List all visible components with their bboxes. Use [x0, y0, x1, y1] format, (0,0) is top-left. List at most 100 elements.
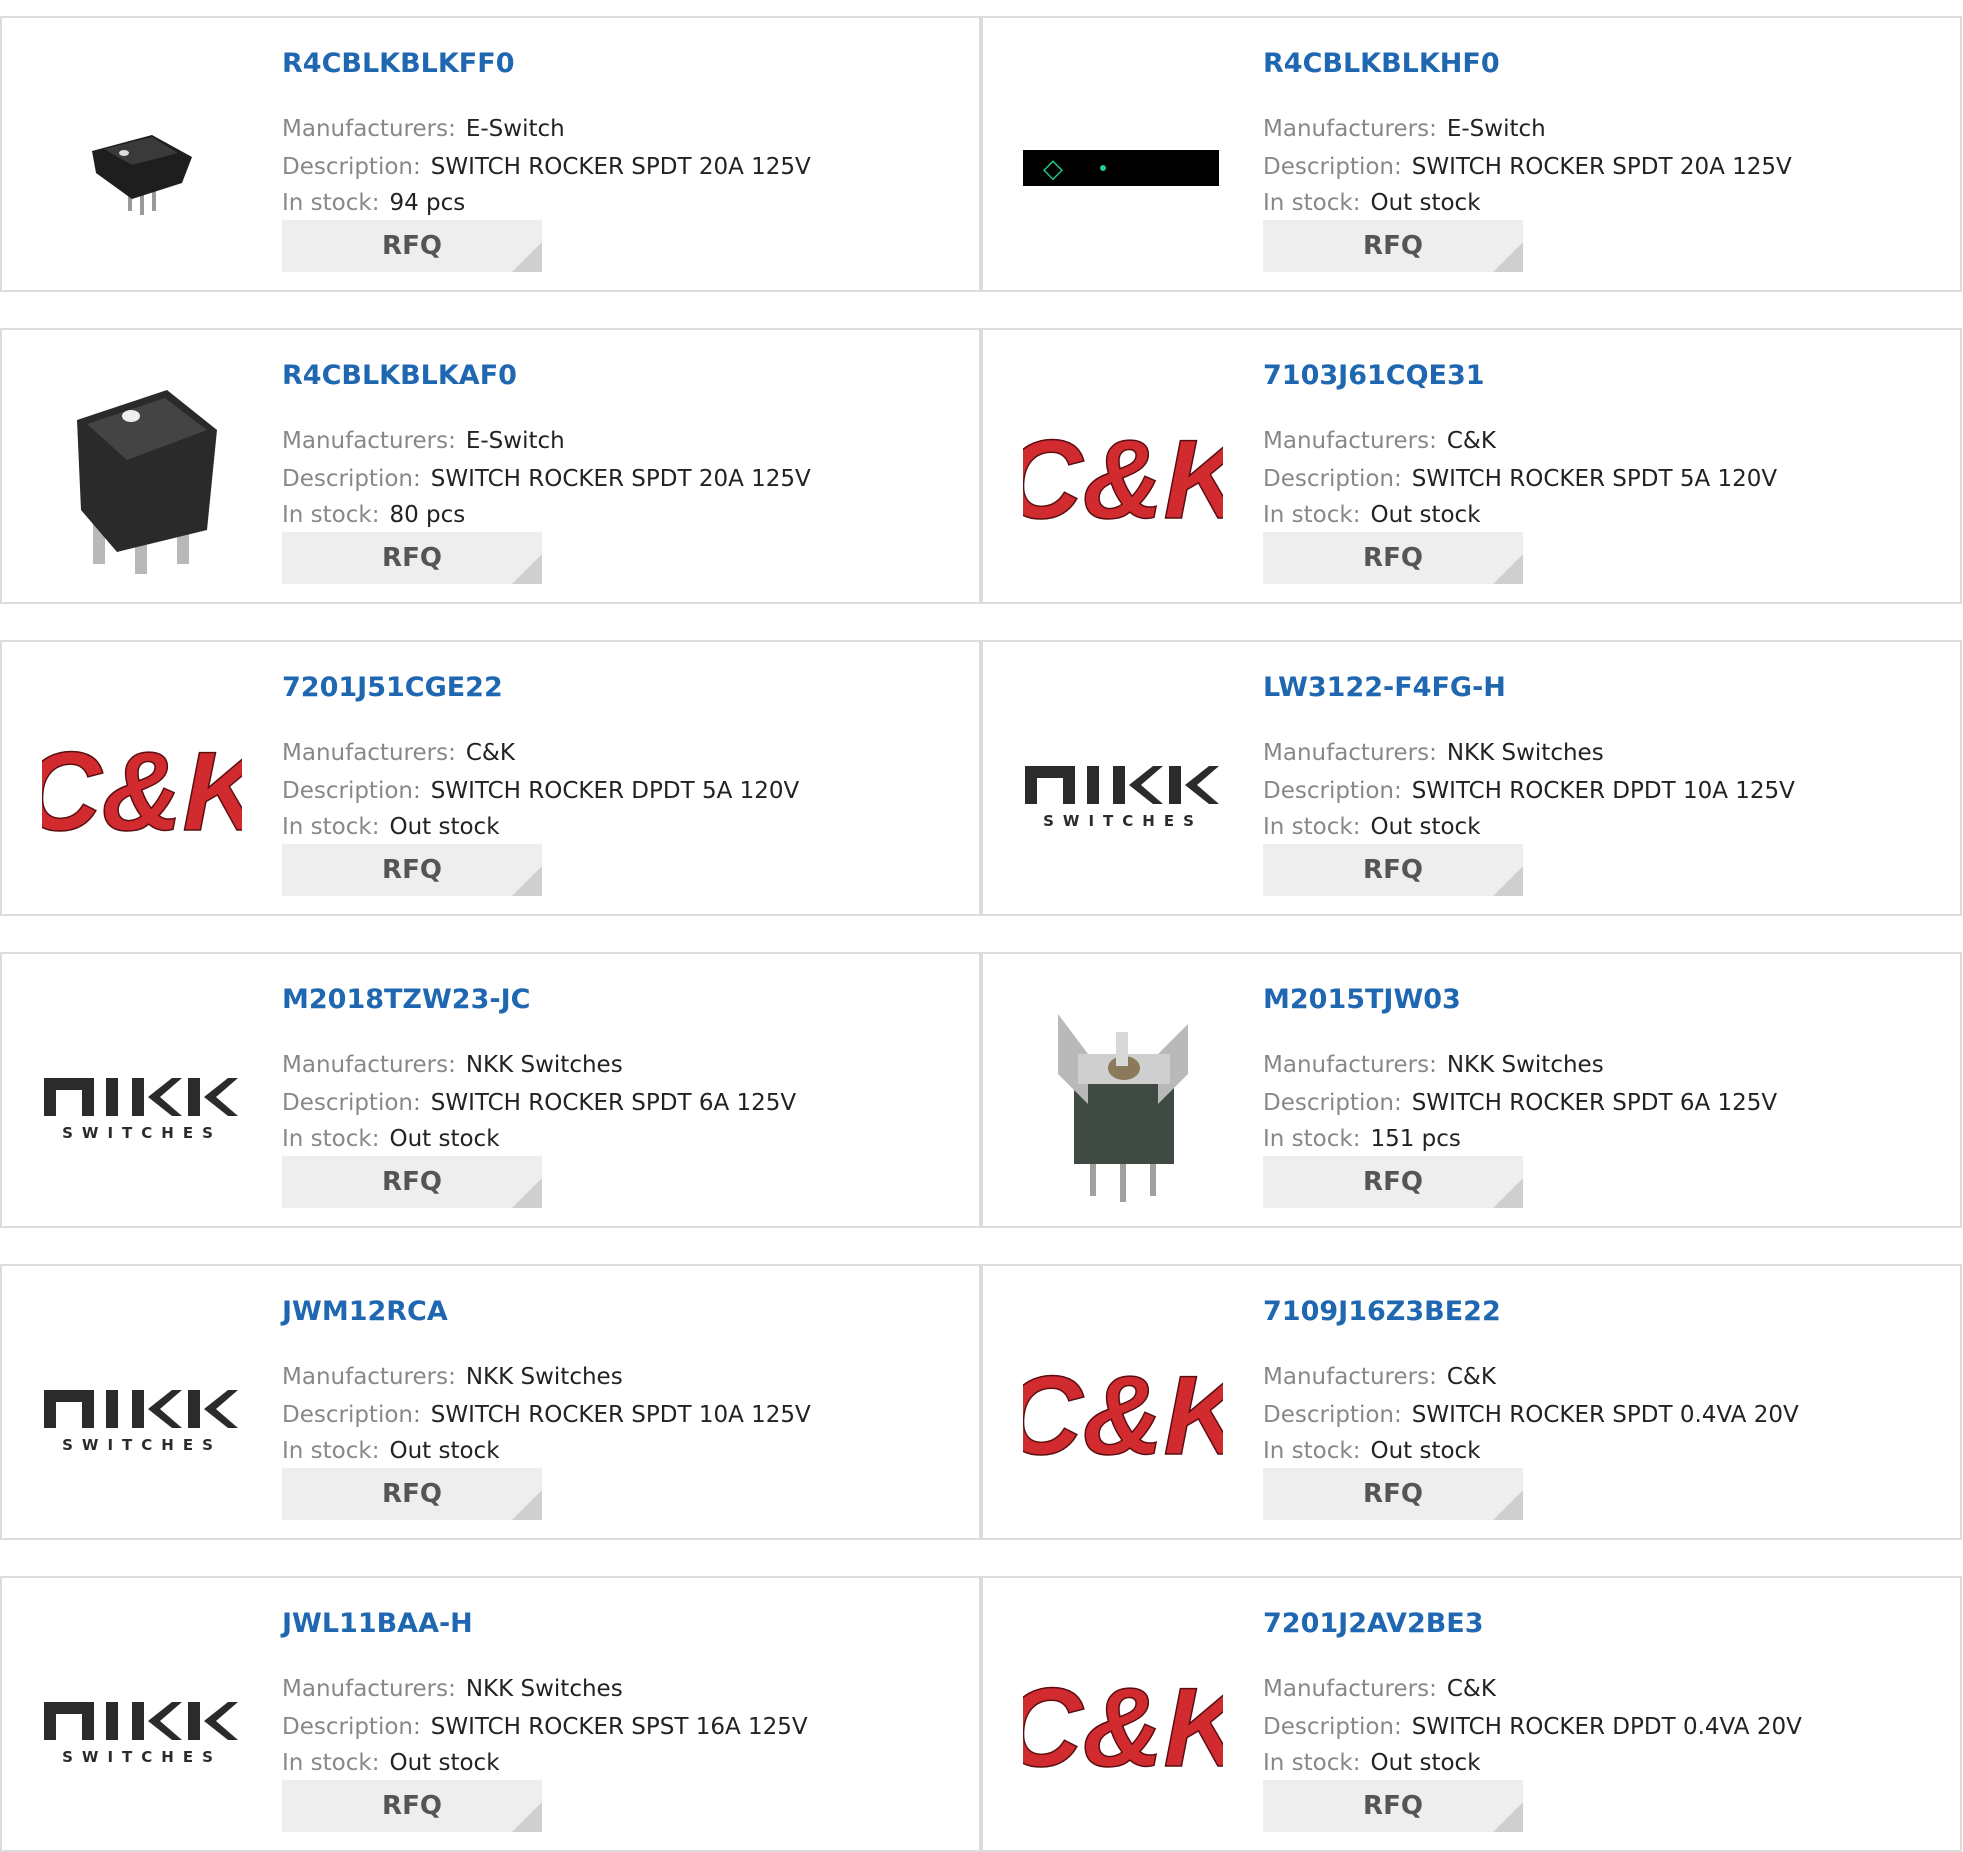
stock-row: In stock: Out stock: [282, 814, 500, 840]
stock-row: In stock: Out stock: [1263, 1438, 1481, 1464]
product-card: C&K 7109J16Z3BE22 Manufacturers: C&K Desc…: [981, 1264, 1962, 1540]
stock-row: In stock: Out stock: [1263, 814, 1481, 840]
image-shape: [1025, 766, 1219, 804]
image-shape: [148, 1390, 182, 1428]
rfq-button[interactable]: RFQ: [1263, 1156, 1523, 1208]
rfq-button[interactable]: RFQ: [1263, 532, 1523, 584]
part-number-link[interactable]: 7103J61CQE31: [1263, 360, 1485, 391]
part-number-link[interactable]: R4CBLKBLKFF0: [282, 48, 514, 79]
description-label: Description:: [282, 1402, 421, 1428]
description-label: Description:: [1263, 154, 1402, 180]
part-number-link[interactable]: 7201J2AV2BE3: [1263, 1608, 1484, 1639]
image-shape: [1185, 766, 1219, 804]
rfq-label: RFQ: [382, 543, 442, 573]
manufacturer-label: Manufacturers:: [282, 1052, 456, 1078]
image-shape: SWITCHES: [1043, 812, 1203, 830]
description-label: Description:: [282, 154, 421, 180]
nkk-logo: SWITCHES: [44, 1702, 238, 1766]
product-card: ◇ R4CBLKBLKHF0 Manufacturers: E-Switch De…: [981, 16, 1962, 292]
part-number-link[interactable]: LW3122-F4FG-H: [1263, 672, 1506, 703]
description-row: Description: SWITCH ROCKER DPDT 5A 120V: [282, 778, 799, 804]
rfq-corner-decoration: [512, 1178, 542, 1208]
product-image[interactable]: [1023, 1004, 1223, 1204]
stock-value: 94 pcs: [389, 190, 466, 216]
part-number-link[interactable]: R4CBLKBLKHF0: [1263, 48, 1500, 79]
part-number-link[interactable]: M2018TZW23-JC: [282, 984, 530, 1015]
stock-value: Out stock: [1370, 814, 1481, 840]
image-shape: C&K: [42, 732, 242, 852]
manufacturer-label: Manufacturers:: [1263, 740, 1437, 766]
rfq-button[interactable]: RFQ: [1263, 1780, 1523, 1832]
product-image[interactable]: SWITCHES: [42, 1316, 242, 1516]
manufacturer-value: E-Switch: [465, 116, 565, 142]
manufacturer-value: NKK Switches: [1446, 1052, 1604, 1078]
toggle-guard-icon: [1058, 1014, 1188, 1202]
product-image[interactable]: SWITCHES: [42, 1628, 242, 1828]
rfq-button[interactable]: RFQ: [282, 1780, 542, 1832]
image-shape: [1113, 766, 1125, 804]
image-shape: [1120, 1160, 1126, 1202]
stock-label: In stock:: [1263, 1438, 1361, 1464]
description-row: Description: SWITCH ROCKER DPDT 10A 125V: [1263, 778, 1795, 804]
product-card: C&K 7201J2AV2BE3 Manufacturers: C&K Descr…: [981, 1576, 1962, 1852]
image-shape: C&K: [1023, 1356, 1223, 1476]
image-shape: [106, 1702, 118, 1740]
product-image[interactable]: C&K: [1023, 1628, 1223, 1828]
rfq-button[interactable]: RFQ: [282, 532, 542, 584]
description-row: Description: SWITCH ROCKER SPDT 10A 125V: [282, 1402, 811, 1428]
rfq-corner-decoration: [1493, 1802, 1523, 1832]
rfq-button[interactable]: RFQ: [282, 220, 542, 272]
product-image[interactable]: C&K: [42, 692, 242, 892]
image-shape: SWITCHES: [62, 1436, 222, 1454]
image-shape: [106, 1078, 118, 1116]
product-image[interactable]: C&K: [1023, 380, 1223, 580]
part-number-link[interactable]: M2015TJW03: [1263, 984, 1461, 1015]
rfq-label: RFQ: [1363, 543, 1423, 573]
rfq-button[interactable]: RFQ: [1263, 844, 1523, 896]
rfq-button[interactable]: RFQ: [282, 1156, 542, 1208]
nkk-logo: SWITCHES: [44, 1078, 238, 1142]
product-image[interactable]: SWITCHES: [42, 1004, 242, 1204]
stock-label: In stock:: [282, 502, 380, 528]
rfq-button[interactable]: RFQ: [282, 844, 542, 896]
stock-row: In stock: 94 pcs: [282, 190, 465, 216]
image-shape: [204, 1078, 238, 1116]
part-number-link[interactable]: JWM12RCA: [282, 1296, 448, 1327]
part-number-link[interactable]: R4CBLKBLKAF0: [282, 360, 517, 391]
product-image[interactable]: [42, 380, 242, 580]
ck-logo: C&K: [1023, 420, 1223, 540]
part-number-link[interactable]: 7109J16Z3BE22: [1263, 1296, 1501, 1327]
product-image[interactable]: [42, 68, 242, 268]
image-shape: [44, 1078, 94, 1116]
stock-row: In stock: Out stock: [1263, 502, 1481, 528]
rfq-label: RFQ: [382, 1791, 442, 1821]
image-shape: [204, 1702, 238, 1740]
image-shape: [122, 410, 140, 422]
manufacturer-row: Manufacturers: C&K: [282, 740, 515, 766]
description-label: Description:: [282, 1090, 421, 1116]
product-grid: R4CBLKBLKFF0 Manufacturers: E-Switch Desc…: [0, 0, 1963, 1852]
rfq-button[interactable]: RFQ: [1263, 1468, 1523, 1520]
image-shape: [106, 1390, 118, 1428]
product-image[interactable]: ◇: [1023, 68, 1223, 268]
rfq-button[interactable]: RFQ: [1263, 220, 1523, 272]
description-row: Description: SWITCH ROCKER SPDT 0.4VA 20V: [1263, 1402, 1799, 1428]
image-shape: C&K: [1023, 420, 1223, 540]
description-value: SWITCH ROCKER SPDT 20A 125V: [1411, 154, 1792, 180]
part-number-link[interactable]: JWL11BAA-H: [282, 1608, 473, 1639]
part-number-link[interactable]: 7201J51CGE22: [282, 672, 503, 703]
rfq-label: RFQ: [1363, 1791, 1423, 1821]
rfq-corner-decoration: [1493, 866, 1523, 896]
description-row: Description: SWITCH ROCKER SPDT 20A 125V: [1263, 154, 1792, 180]
manufacturer-value: C&K: [1446, 1364, 1496, 1390]
nkk-logo: SWITCHES: [44, 1390, 238, 1454]
product-card: R4CBLKBLKAF0 Manufacturers: E-Switch Desc…: [0, 328, 981, 604]
manufacturer-row: Manufacturers: E-Switch: [282, 428, 565, 454]
dark-strip-icon: ◇: [1023, 150, 1219, 186]
rfq-button[interactable]: RFQ: [282, 1468, 542, 1520]
description-row: Description: SWITCH ROCKER SPDT 20A 125V: [282, 154, 811, 180]
description-label: Description:: [1263, 466, 1402, 492]
stock-label: In stock:: [1263, 190, 1361, 216]
product-image[interactable]: C&K: [1023, 1316, 1223, 1516]
product-image[interactable]: SWITCHES: [1023, 692, 1223, 892]
